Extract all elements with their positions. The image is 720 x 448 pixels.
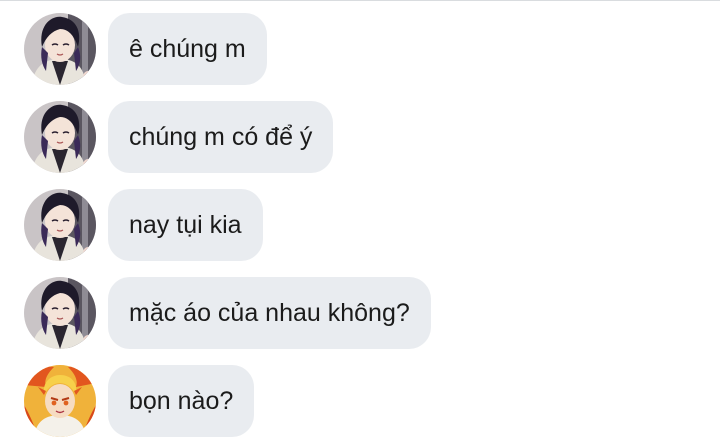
avatar-purple-hair-icon[interactable] <box>24 101 96 173</box>
avatar-purple-hair-image <box>24 277 96 349</box>
message-row: nay tụi kia <box>0 189 720 261</box>
chat-thread[interactable]: ê chúng m chúng m có để ý nay tụi kia mặ… <box>0 0 720 448</box>
avatar-purple-hair-image <box>24 13 96 85</box>
message-bubble[interactable]: nay tụi kia <box>108 189 263 261</box>
message-bubble[interactable]: chúng m có để ý <box>108 101 334 173</box>
message-row: chúng m có để ý <box>0 101 720 173</box>
avatar-purple-hair-icon[interactable] <box>24 277 96 349</box>
avatar-flame-hair-icon[interactable] <box>24 365 96 437</box>
avatar-purple-hair-icon[interactable] <box>24 189 96 261</box>
avatar-purple-hair-icon[interactable] <box>24 13 96 85</box>
message-row: mặc áo của nhau không? <box>0 277 720 349</box>
message-bubble[interactable]: ê chúng m <box>108 13 267 85</box>
message-row: bọn nào? <box>0 365 720 437</box>
message-row: ê chúng m <box>0 13 720 85</box>
message-bubble[interactable]: bọn nào? <box>108 365 255 437</box>
message-bubble[interactable]: mặc áo của nhau không? <box>108 277 431 349</box>
avatar-flame-hair-image <box>24 365 96 437</box>
avatar-purple-hair-image <box>24 101 96 173</box>
avatar-purple-hair-image <box>24 189 96 261</box>
